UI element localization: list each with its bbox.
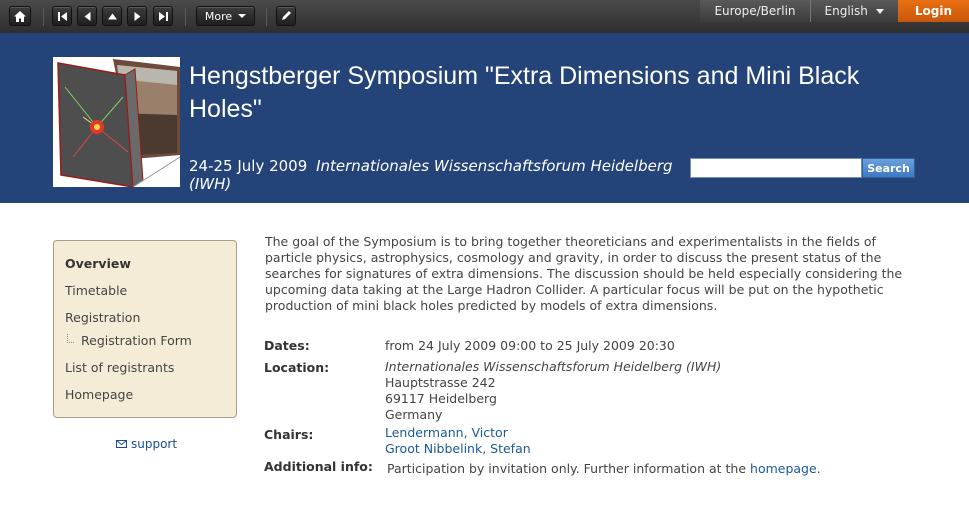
location-street: Hauptstrasse 242: [385, 375, 496, 390]
up-icon: [107, 13, 117, 19]
event-description: The goal of the Symposium is to bring to…: [265, 234, 903, 313]
up-button[interactable]: [102, 6, 122, 26]
additional-info-end: .: [816, 461, 821, 476]
location-country: Germany: [385, 407, 443, 422]
toolbar-divider: [43, 8, 44, 26]
menu-item-registration[interactable]: Registration: [65, 310, 140, 325]
additional-info-text: Participation by invitation only. Furthe…: [387, 461, 747, 476]
menu-item-overview[interactable]: Overview: [65, 256, 131, 271]
toolbar-divider: [266, 8, 267, 26]
timezone-label: Europe/Berlin: [714, 4, 796, 18]
menu-item-timetable[interactable]: Timetable: [65, 283, 127, 298]
location-label: Location:: [264, 360, 330, 375]
event-header: Hengstberger Symposium "Extra Dimensions…: [0, 33, 969, 203]
top-toolbar: More Europe/Berlin English Login: [0, 0, 969, 33]
menu-item-registration-form[interactable]: Registration Form: [81, 333, 192, 348]
home-button[interactable]: [9, 6, 31, 26]
additional-info-label: Additional info:: [264, 459, 373, 474]
location-venue: Internationales Wissenschaftsforum Heide…: [385, 359, 722, 374]
next-icon: [134, 11, 140, 21]
chevron-down-icon: [238, 14, 247, 18]
first-icon: [57, 11, 67, 21]
location-value: Internationales Wissenschaftsforum Heide…: [385, 359, 721, 423]
timezone-selector[interactable]: Europe/Berlin: [700, 0, 810, 22]
chevron-down-icon: [875, 8, 884, 14]
more-label: More: [204, 9, 233, 23]
menu-item-list-of-registrants[interactable]: List of registrants: [65, 360, 174, 375]
chairs-value: Lendermann, Victor Groot Nibbelink, Stef…: [385, 425, 531, 457]
last-button[interactable]: [153, 6, 173, 26]
edit-icon: [282, 11, 291, 20]
location-city: 69117 Heidelberg: [385, 391, 497, 406]
menu-item-homepage[interactable]: Homepage: [65, 387, 133, 402]
language-label: English: [824, 4, 868, 18]
submenu-connector: [67, 334, 74, 343]
event-logo: [53, 57, 180, 187]
search-button[interactable]: Search: [862, 158, 915, 178]
support-link[interactable]: support: [116, 437, 177, 451]
login-button[interactable]: Login: [897, 0, 969, 22]
dates-label: Dates:: [264, 338, 310, 353]
support-label: support: [131, 437, 178, 451]
more-menu-button[interactable]: More: [196, 6, 255, 26]
language-selector[interactable]: English: [809, 0, 898, 22]
toolbar-divider: [185, 8, 186, 26]
chairs-label: Chairs:: [264, 427, 314, 442]
chair-link[interactable]: Groot Nibbelink, Stefan: [385, 441, 531, 456]
event-title: Hengstberger Symposium "Extra Dimensions…: [189, 62, 860, 123]
chair-link[interactable]: Lendermann, Victor: [385, 425, 508, 440]
event-subtitle: 24-25 July 2009 Internationales Wissensc…: [189, 157, 689, 193]
event-dates: 24-25 July 2009: [189, 157, 308, 175]
first-button[interactable]: [52, 6, 72, 26]
additional-info-value: Participation by invitation only. Furthe…: [387, 461, 821, 477]
login-label: Login: [914, 4, 952, 18]
previous-icon: [84, 11, 90, 21]
event-logo-image: [53, 57, 180, 187]
search-input[interactable]: [690, 158, 862, 178]
envelope-icon: [116, 440, 127, 448]
edit-button[interactable]: [276, 6, 296, 26]
previous-button[interactable]: [77, 6, 97, 26]
homepage-link[interactable]: homepage: [750, 461, 817, 476]
dates-value: from 24 July 2009 09:00 to 25 July 2009 …: [385, 338, 675, 353]
last-icon: [158, 11, 168, 21]
home-icon: [14, 10, 26, 22]
next-button[interactable]: [127, 6, 147, 26]
event-menu: Overview Timetable Registration Registra…: [53, 240, 237, 418]
